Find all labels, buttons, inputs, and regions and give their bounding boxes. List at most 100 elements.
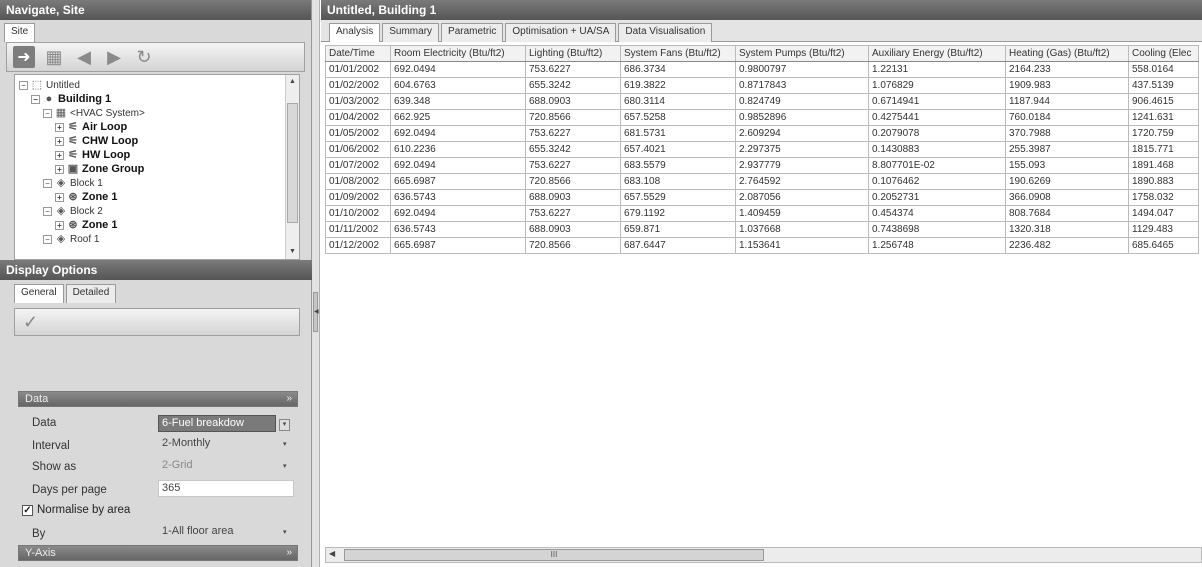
table-row[interactable]: 01/08/2002 665.6987 720.8566 683.108 2.76459… (325, 173, 1199, 190)
tab-parametric[interactable]: Parametric (441, 23, 504, 42)
table-row[interactable]: 01/03/2002 639.348 688.0903 680.3114 0.82474… (325, 93, 1199, 110)
data-label: Data (32, 417, 57, 429)
table-row[interactable]: 01/05/2002 692.0494 753.6227 681.5731 2.6092… (325, 125, 1199, 142)
tree-node[interactable]: + ⊛ Zone 1 (55, 218, 117, 232)
table-cell: 662.925 (390, 109, 526, 126)
checkbox-checked-icon[interactable]: ✓ (22, 504, 33, 516)
tree-node[interactable]: + ⚟ Air Loop (55, 120, 127, 134)
table-row[interactable]: 01/09/2002 636.5743 688.0903 657.5529 2.0870… (325, 189, 1199, 206)
tree-node[interactable]: + ⚟ HW Loop (55, 148, 130, 162)
back-arrow-icon[interactable]: ◀ (73, 46, 95, 68)
expand-node-icon[interactable]: + (55, 164, 64, 174)
tab-detailed[interactable]: Detailed (65, 284, 117, 303)
scroll-down-icon[interactable]: ▼ (286, 245, 299, 259)
tree-node[interactable]: − ▦ <HVAC System> (43, 106, 145, 120)
table-cell: 636.5743 (390, 189, 526, 206)
show-as-select[interactable]: 2-Grid (158, 457, 278, 474)
expand-node-icon[interactable]: + (55, 192, 64, 202)
refresh-icon[interactable]: ↻ (133, 46, 155, 68)
scroll-thumb[interactable]: III (344, 549, 764, 561)
data-group-header[interactable]: Data » (18, 391, 298, 407)
tree-node[interactable]: − ◈ Block 1 (43, 176, 103, 190)
days-per-page-input[interactable]: 365 (158, 480, 294, 497)
column-header[interactable]: Lighting (Btu/ft2) (525, 45, 621, 62)
tab-optimisation-ua-sa[interactable]: Optimisation + UA/SA (505, 23, 617, 42)
tree-scroll-thumb[interactable] (287, 103, 298, 223)
table-cell: 1187.944 (1005, 93, 1129, 110)
table-cell: 01/10/2002 (325, 205, 391, 222)
column-header[interactable]: System Pumps (Btu/ft2) (735, 45, 869, 62)
tree-node[interactable]: − ● Building 1 (31, 92, 111, 106)
table-cell: 679.1192 (620, 205, 736, 222)
table-row[interactable]: 01/11/2002 636.5743 688.0903 659.871 1.03766… (325, 221, 1199, 238)
y-axis-group-header[interactable]: Y-Axis » (18, 545, 298, 561)
interval-dropdown-icon[interactable]: ▾ (283, 440, 287, 448)
horizontal-scrollbar[interactable]: ◀ III (325, 547, 1202, 563)
expand-node-icon[interactable]: + (55, 122, 64, 132)
scroll-up-icon[interactable]: ▲ (286, 75, 299, 89)
table-row[interactable]: 01/04/2002 662.925 720.8566 657.5258 0.98528… (325, 109, 1199, 126)
normalise-checkbox[interactable]: ✓ Normalise by area (22, 504, 130, 516)
collapse-node-icon[interactable]: − (43, 108, 52, 118)
tree-node[interactable]: + ⊛ Zone 1 (55, 190, 117, 204)
tree-node[interactable]: + ⚟ CHW Loop (55, 134, 138, 148)
grid-icon[interactable]: ▦ (43, 46, 65, 68)
by-select[interactable]: 1-All floor area (158, 523, 278, 540)
expand-node-icon[interactable]: + (55, 220, 64, 230)
tree-node[interactable]: + ▣ Zone Group (55, 162, 144, 176)
collapse-node-icon[interactable]: − (43, 206, 52, 216)
column-header[interactable]: System Fans (Btu/ft2) (620, 45, 736, 62)
tab-summary[interactable]: Summary (382, 23, 440, 42)
tree-node[interactable]: − ⬚ Untitled (19, 78, 80, 92)
tree-node[interactable]: − ◈ Roof 1 (43, 232, 99, 246)
table-row[interactable]: 01/01/2002 692.0494 753.6227 686.3734 0.9800… (325, 61, 1199, 78)
table-cell: 636.5743 (390, 221, 526, 238)
collapse-node-icon[interactable]: − (43, 178, 52, 188)
column-header[interactable]: Room Electricity (Btu/ft2) (390, 45, 526, 62)
tab-analysis[interactable]: Analysis (329, 23, 381, 42)
table-cell: 0.454374 (868, 205, 1006, 222)
go-icon[interactable]: ➜ (13, 46, 35, 68)
column-header[interactable]: Heating (Gas) (Btu/ft2) (1005, 45, 1129, 62)
data-dropdown-icon[interactable]: ▾ (279, 419, 290, 431)
column-header[interactable]: Auxiliary Energy (Btu/ft2) (868, 45, 1006, 62)
forward-arrow-icon[interactable]: ▶ (103, 46, 125, 68)
table-cell: 1129.483 (1128, 221, 1199, 238)
tree-scrollbar[interactable]: ▲ ▼ (285, 75, 299, 259)
show-as-dropdown-icon[interactable]: ▾ (283, 462, 287, 470)
collapse-node-icon[interactable]: − (31, 94, 40, 104)
table-cell: 0.2079078 (868, 125, 1006, 142)
column-header[interactable]: Date/Time (325, 45, 391, 62)
interval-select[interactable]: 2-Monthly (158, 435, 278, 452)
table-cell: 2.764592 (735, 173, 869, 190)
table-cell: 906.4615 (1128, 93, 1199, 110)
table-row[interactable]: 01/10/2002 692.0494 753.6227 679.1192 1.4094… (325, 205, 1199, 222)
collapse-node-icon[interactable]: − (19, 80, 28, 90)
site-icon: ⬚ (31, 79, 43, 91)
table-cell: 0.1430883 (868, 141, 1006, 158)
checkmark-icon[interactable]: ✓ (23, 312, 38, 332)
collapse-panel-icon[interactable]: ◀ (313, 292, 319, 332)
y-axis-group-label: Y-Axis (25, 547, 56, 559)
table-cell: 688.0903 (525, 93, 621, 110)
table-row[interactable]: 01/02/2002 604.6763 655.3242 619.3822 0.8717… (325, 77, 1199, 94)
table-row[interactable]: 01/12/2002 665.6987 720.8566 687.6447 1.1536… (325, 237, 1199, 254)
data-select[interactable]: 6-Fuel breakdow (158, 415, 276, 432)
by-dropdown-icon[interactable]: ▾ (283, 528, 287, 536)
collapse-icon: » (286, 393, 292, 404)
tab-general[interactable]: General (14, 284, 64, 303)
column-header[interactable]: Cooling (Elec (1128, 45, 1199, 62)
tab-site[interactable]: Site (4, 23, 36, 42)
table-row[interactable]: 01/07/2002 692.0494 753.6227 683.5579 2.9377… (325, 157, 1199, 174)
tab-data-visualisation[interactable]: Data Visualisation (618, 23, 713, 42)
panel-splitter[interactable]: ◀ (312, 0, 320, 567)
results-grid[interactable]: Date/Time Room Electricity (Btu/ft2) Light… (325, 45, 1202, 545)
collapse-node-icon[interactable]: − (43, 234, 52, 244)
expand-node-icon[interactable]: + (55, 150, 64, 160)
tree-node[interactable]: − ◈ Block 2 (43, 204, 103, 218)
site-tree[interactable]: − ⬚ Untitled − ● Building 1− ▦ <HVAC System> + ⚟ A… (14, 74, 300, 260)
expand-node-icon[interactable]: + (55, 136, 64, 146)
table-cell: 0.9852896 (735, 109, 869, 126)
scroll-left-icon[interactable]: ◀ (329, 549, 335, 558)
table-row[interactable]: 01/06/2002 610.2236 655.3242 657.4021 2.2973… (325, 141, 1199, 158)
